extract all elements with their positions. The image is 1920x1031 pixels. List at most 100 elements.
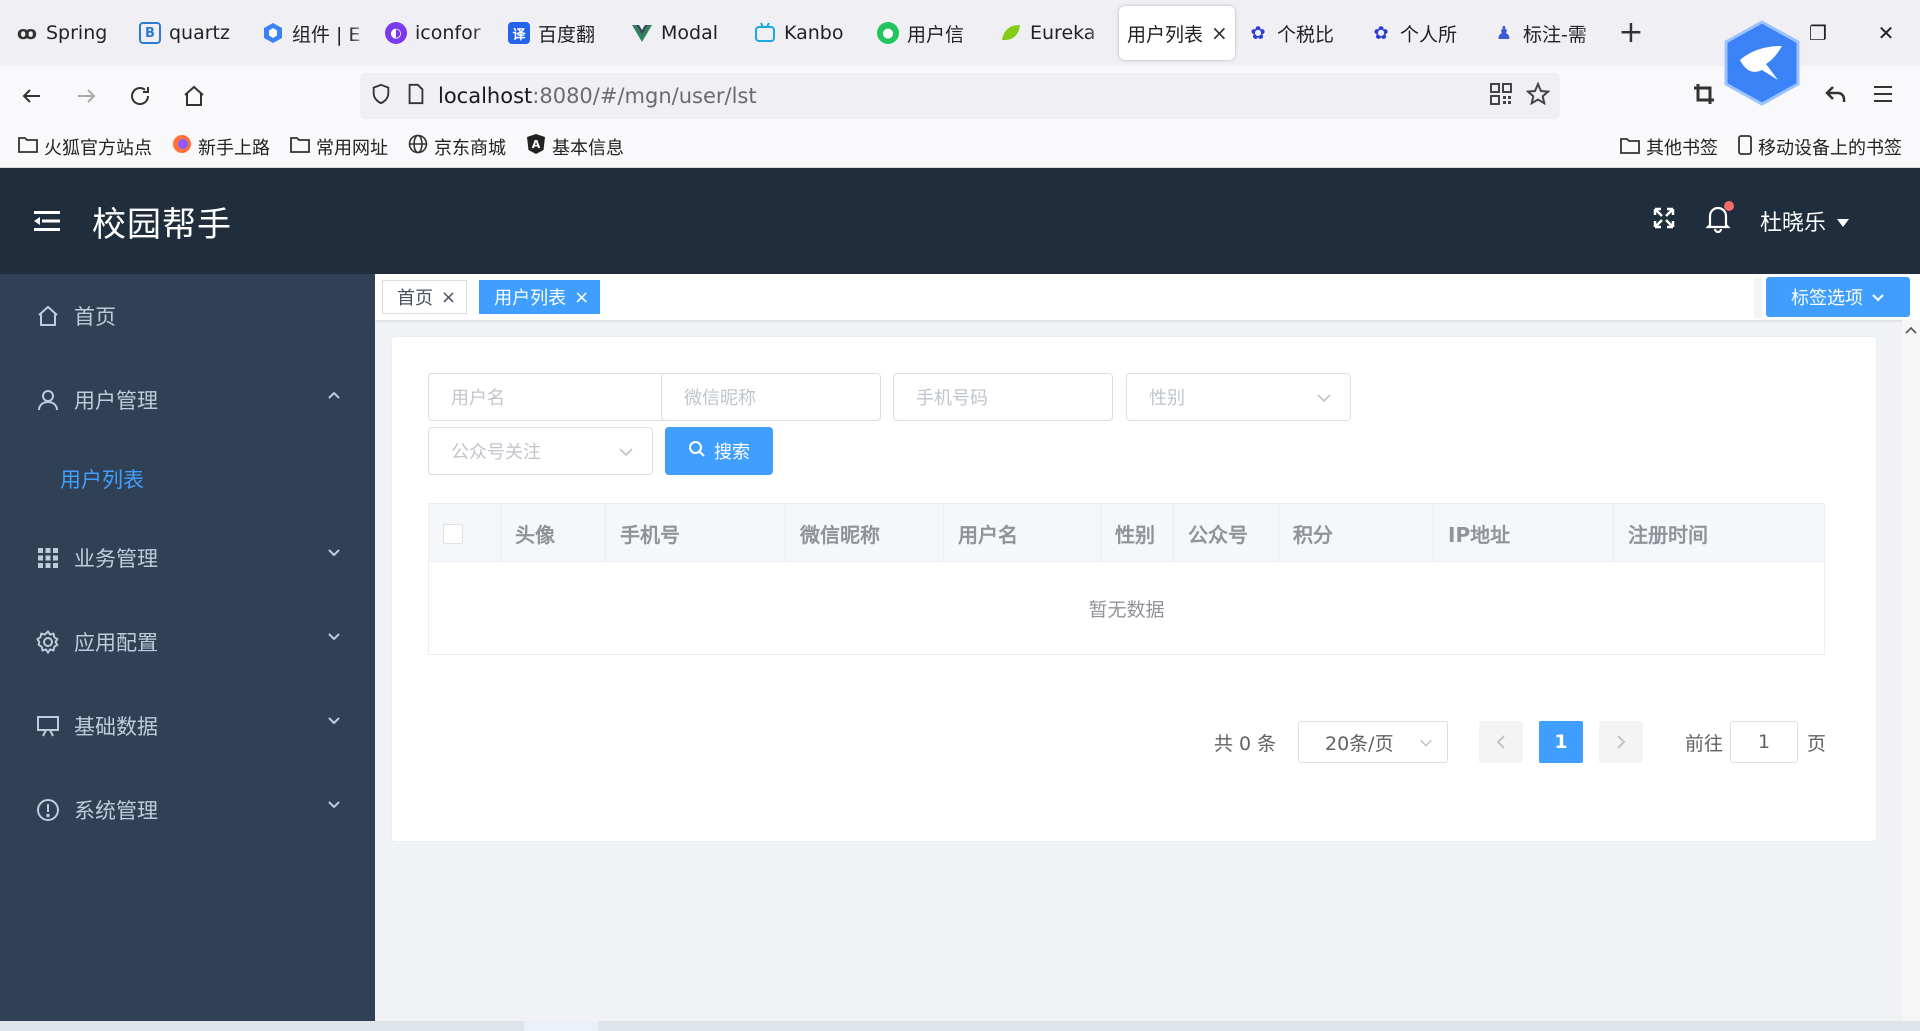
user-menu[interactable]: 杜晓乐	[1760, 205, 1850, 237]
quartz-favicon-icon: B	[139, 22, 161, 44]
user-table: 头像 手机号 微信昵称 用户名 性别 公众号 积分 IP地址 注册时间 暂无数据	[428, 503, 1825, 655]
fullscreen-icon[interactable]	[1652, 206, 1676, 236]
goto-page-input[interactable]: 1	[1730, 721, 1798, 763]
floating-bird-widget[interactable]	[1722, 20, 1802, 106]
column-header[interactable]: 微信昵称	[786, 504, 944, 562]
follow-select[interactable]: 公众号关注	[428, 427, 653, 475]
column-header[interactable]: 积分	[1279, 504, 1434, 562]
gear-icon	[36, 630, 60, 654]
column-header[interactable]: 头像	[501, 504, 606, 562]
bookmark-item[interactable]: 京东商城	[408, 134, 506, 160]
address-bar[interactable]: localhost:8080/#/mgn/user/lst	[360, 73, 1560, 119]
qr-code-icon[interactable]	[1490, 83, 1512, 109]
tag-home[interactable]: 首页 ×	[382, 280, 468, 314]
browser-tab-active[interactable]: 用户列表 ×	[1119, 6, 1235, 60]
menu-icon[interactable]	[1872, 84, 1894, 108]
spring-favicon-icon: ꝏ	[17, 22, 37, 44]
forward-button[interactable]	[64, 74, 108, 118]
bookmark-item[interactable]: 新手上路	[172, 134, 270, 160]
browser-tab[interactable]: B quartz	[131, 6, 254, 60]
url-text[interactable]: localhost:8080/#/mgn/user/lst	[438, 84, 757, 108]
undo-icon[interactable]	[1824, 82, 1848, 110]
prev-page-button[interactable]	[1479, 721, 1523, 763]
column-header[interactable]: 性别	[1101, 504, 1174, 562]
tag-user-list[interactable]: 用户列表 ×	[479, 280, 601, 314]
chevron-down-icon	[1420, 739, 1432, 747]
app-header: 校园帮手 杜晓乐	[0, 168, 1920, 274]
horizontal-scrollbar[interactable]	[0, 1021, 1920, 1031]
mobile-bookmarks[interactable]: 移动设备上的书签	[1738, 134, 1902, 160]
sidebar-item-base-data[interactable]: 基础数据	[0, 684, 375, 768]
select-all-checkbox[interactable]	[443, 524, 463, 544]
phone-input[interactable]: 手机号码	[893, 373, 1113, 421]
baidu-translate-favicon-icon: 译	[508, 22, 530, 44]
user-icon	[36, 388, 60, 412]
mobile-icon	[1738, 134, 1752, 160]
back-button[interactable]	[10, 74, 54, 118]
browser-tab[interactable]: ꝏ Spring	[8, 6, 131, 60]
page-number-current[interactable]: 1	[1539, 721, 1583, 763]
column-header[interactable]: 手机号	[606, 504, 786, 562]
bookmark-item[interactable]: 常用网址	[290, 134, 388, 160]
shield-icon[interactable]	[370, 83, 392, 109]
firefox-icon	[172, 134, 192, 159]
vertical-scrollbar[interactable]	[1902, 320, 1920, 1021]
browser-tab[interactable]: ◐ iconfor	[377, 6, 500, 60]
grid-icon	[36, 546, 60, 570]
globe-icon	[408, 134, 428, 159]
column-header[interactable]: 用户名	[944, 504, 1101, 562]
sidebar-item-app-config[interactable]: 应用配置	[0, 600, 375, 684]
goto-prefix: 前往	[1685, 732, 1724, 755]
scrollbar-thumb[interactable]	[524, 1021, 598, 1031]
page-icon	[406, 83, 426, 109]
close-icon[interactable]: ×	[574, 287, 589, 308]
browser-tab[interactable]: ● 用户信	[869, 6, 992, 60]
crop-icon[interactable]	[1692, 82, 1716, 110]
bookmark-item[interactable]: 火狐官方站点	[18, 134, 152, 160]
bilibili-favicon-icon	[754, 22, 776, 44]
browser-tab[interactable]: ✿ 个人所	[1362, 6, 1485, 60]
close-window-icon[interactable]: ✕	[1852, 21, 1920, 45]
username-input[interactable]: 用户名	[428, 373, 698, 421]
sidebar: 首页 用户管理 用户列表 业务管理 应用配置 基础数据 系统管理	[0, 274, 375, 1021]
chevron-down-icon	[328, 717, 340, 725]
sidebar-item-system-management[interactable]: 系统管理	[0, 768, 375, 852]
browser-tab[interactable]: Eureka	[992, 6, 1115, 60]
close-icon[interactable]: ×	[441, 287, 456, 308]
nickname-input[interactable]: 微信昵称	[661, 373, 881, 421]
sidebar-item-home[interactable]: 首页	[0, 274, 375, 358]
reload-button[interactable]	[118, 74, 162, 118]
paw-favicon-icon: ✿	[1250, 22, 1266, 44]
page-size-select[interactable]: 20条/页	[1298, 721, 1448, 763]
other-bookmarks[interactable]: 其他书签	[1620, 134, 1718, 160]
browser-tab[interactable]: 组件 | E	[254, 6, 377, 60]
bookmark-item[interactable]: A 基本信息	[526, 133, 624, 160]
browser-tab[interactable]: ✿ 个税比	[1239, 6, 1362, 60]
new-tab-button[interactable]: +	[1608, 13, 1654, 53]
bookmark-star-icon[interactable]	[1525, 81, 1551, 110]
browser-tab[interactable]: 译 百度翻	[500, 6, 623, 60]
hamburger-icon[interactable]	[34, 209, 62, 233]
annotate-favicon-icon: ♟	[1495, 22, 1513, 44]
sidebar-item-user-management[interactable]: 用户管理	[0, 358, 375, 442]
browser-tab[interactable]: Kanbo	[746, 6, 869, 60]
sidebar-subitem-user-list[interactable]: 用户列表	[0, 442, 375, 516]
next-page-button[interactable]	[1599, 721, 1643, 763]
column-header[interactable]: 注册时间	[1614, 504, 1826, 562]
column-header[interactable]: 公众号	[1174, 504, 1279, 562]
browser-tab[interactable]: Modal	[623, 6, 746, 60]
browser-tab[interactable]: ♟ 标注-需	[1485, 6, 1608, 60]
chevron-down-icon	[619, 448, 633, 457]
search-button[interactable]: 搜索	[665, 427, 773, 475]
folder-icon	[290, 135, 310, 158]
bell-icon[interactable]	[1704, 201, 1734, 239]
scroll-up-icon[interactable]	[1905, 326, 1917, 334]
tag-options-button[interactable]: 标签选项	[1766, 277, 1910, 317]
gender-select[interactable]: 性别	[1126, 373, 1351, 421]
column-header[interactable]: IP地址	[1434, 504, 1614, 562]
home-button[interactable]	[172, 74, 216, 118]
tags-divider	[1754, 278, 1762, 318]
sidebar-item-business-management[interactable]: 业务管理	[0, 516, 375, 600]
browser-nav-bar: localhost:8080/#/mgn/user/lst	[0, 66, 1920, 126]
close-tab-icon[interactable]: ×	[1211, 21, 1228, 45]
